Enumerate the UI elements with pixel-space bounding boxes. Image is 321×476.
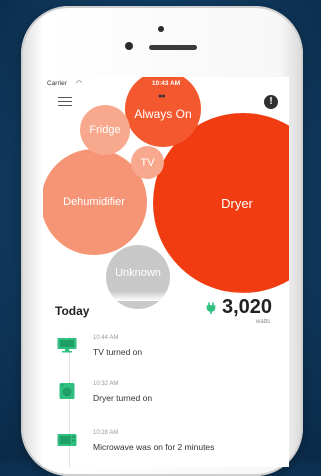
today-label: Today: [55, 304, 90, 318]
dryer-icon: [59, 383, 75, 399]
alert-icon[interactable]: !: [264, 95, 278, 109]
event-time: 10:44 AM: [93, 335, 119, 341]
app-screen: Dryer Dehumidifier ●● Always On Fridge T…: [43, 77, 289, 467]
device-bubbles: Dryer Dehumidifier ●● Always On Fridge T…: [43, 77, 289, 309]
event-item[interactable]: 10:32 AM Dryer turned on: [57, 381, 282, 411]
bubble-fridge[interactable]: Fridge: [80, 105, 130, 155]
bubble-label: Unknown: [115, 267, 161, 279]
microwave-icon: [57, 434, 77, 446]
plug-icon: [206, 302, 216, 314]
event-item[interactable]: 10:44 AM TV turned on: [57, 335, 282, 365]
dots-icon: ●●: [158, 93, 166, 100]
bubble-label: Dehumidifier: [63, 196, 125, 208]
usage-value: 3,020: [222, 296, 273, 318]
usage-unit: watts: [256, 319, 271, 325]
status-bar: Carrier ◠ 10:43 AM: [43, 77, 289, 91]
front-sensor: [158, 26, 164, 32]
event-time: 10:28 AM: [93, 430, 119, 436]
status-time: 10:43 AM: [151, 80, 181, 87]
bubble-label: Always On: [134, 107, 192, 121]
event-text: Dryer turned on: [93, 393, 153, 403]
front-camera: [125, 42, 133, 50]
bubble-label: Fridge: [89, 124, 121, 136]
earpiece-speaker: [149, 45, 197, 50]
event-text: Microwave was on for 2 minutes: [93, 442, 215, 452]
event-item[interactable]: 10:28 AM Microwave was on for 2 minutes: [57, 430, 282, 460]
event-time: 10:32 AM: [93, 381, 119, 387]
event-text: TV turned on: [93, 347, 143, 357]
bubble-tv[interactable]: TV: [131, 146, 164, 179]
menu-icon[interactable]: [58, 97, 72, 107]
bubble-label: TV: [140, 156, 155, 169]
tv-icon: [57, 338, 77, 353]
bubble-label: Dryer: [221, 195, 253, 211]
